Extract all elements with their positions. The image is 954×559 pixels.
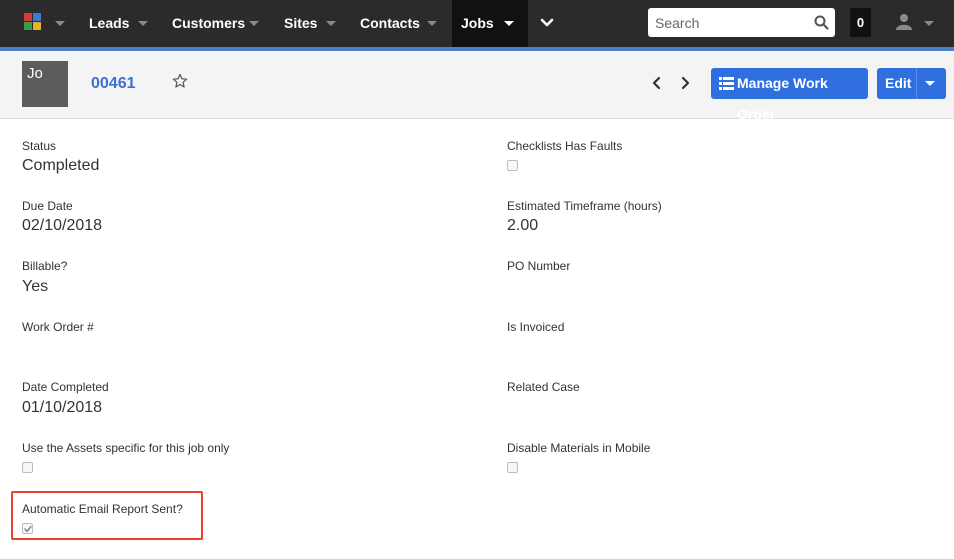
is-invoiced-label: Is Invoiced	[507, 320, 565, 334]
related-case-label: Related Case	[507, 380, 580, 394]
billable-value: Yes	[22, 278, 49, 295]
nav-item-leads[interactable]: Leads	[89, 0, 129, 47]
sites-chevron-down-icon[interactable]	[326, 21, 336, 26]
record-id-link[interactable]: 00461	[91, 75, 136, 93]
nav-item-customers[interactable]: Customers	[172, 0, 245, 47]
edit-button-group[interactable]: Edit	[877, 68, 946, 99]
previous-record-chevron-left-icon[interactable]	[651, 76, 663, 90]
search-box[interactable]	[648, 8, 835, 37]
date-completed-value: 01/10/2018	[22, 399, 103, 416]
contacts-chevron-down-icon[interactable]	[427, 21, 437, 26]
checklists-has-faults-label: Checklists Has Faults	[507, 139, 623, 153]
checklists-has-faults-checkbox[interactable]	[507, 160, 518, 171]
nav-item-sites[interactable]: Sites	[284, 0, 317, 47]
next-record-chevron-right-icon[interactable]	[679, 76, 691, 90]
nav-item-contacts[interactable]: Contacts	[360, 0, 420, 47]
manage-work-order-label: Manage Work Order	[737, 75, 828, 122]
record-header: Jo 00461 Manage Work Order Edit	[0, 51, 954, 122]
po-number-label: PO Number	[507, 259, 571, 273]
disable-materials-mobile-label: Disable Materials in Mobile	[507, 441, 651, 455]
status-label: Status	[22, 139, 57, 153]
app-menu-chevron-down-icon[interactable]	[55, 21, 65, 26]
list-icon	[719, 77, 734, 90]
favorite-star-icon[interactable]	[172, 73, 188, 89]
manage-work-order-button[interactable]: Manage Work Order	[711, 68, 868, 122]
top-navigation-bar: Leads Customers Sites Contacts Jobs 0	[0, 0, 954, 47]
work-order-number-label: Work Order #	[22, 320, 94, 334]
customers-chevron-down-icon[interactable]	[249, 21, 259, 26]
split-divider	[916, 68, 917, 99]
highlight-annotation-box	[11, 491, 203, 540]
use-assets-specific-checkbox[interactable]	[22, 462, 33, 473]
use-assets-specific-label: Use the Assets specific for this job onl…	[22, 441, 230, 455]
leads-chevron-down-icon[interactable]	[138, 21, 148, 26]
search-icon[interactable]	[814, 15, 829, 30]
notification-count-badge[interactable]: 0	[850, 8, 871, 37]
due-date-value: 02/10/2018	[22, 217, 103, 234]
estimated-timeframe-label: Estimated Timeframe (hours)	[507, 199, 662, 213]
user-avatar-icon[interactable]	[896, 13, 912, 30]
more-menu-chevron-down-icon[interactable]	[540, 18, 554, 28]
edit-dropdown-chevron-down-icon[interactable]	[925, 81, 935, 86]
nav-item-jobs[interactable]: Jobs	[461, 0, 494, 47]
search-input[interactable]	[648, 8, 808, 37]
status-value: Completed	[22, 157, 100, 174]
record-avatar: Jo	[22, 61, 68, 107]
estimated-timeframe-value: 2.00	[507, 217, 539, 234]
disable-materials-mobile-checkbox[interactable]	[507, 462, 518, 473]
due-date-label: Due Date	[22, 199, 73, 213]
user-menu-chevron-down-icon[interactable]	[924, 21, 934, 26]
app-logo-icon[interactable]	[24, 13, 42, 31]
edit-button[interactable]: Edit	[885, 68, 911, 99]
billable-label: Billable?	[22, 259, 68, 273]
date-completed-label: Date Completed	[22, 380, 109, 394]
jobs-chevron-down-icon[interactable]	[504, 21, 514, 26]
